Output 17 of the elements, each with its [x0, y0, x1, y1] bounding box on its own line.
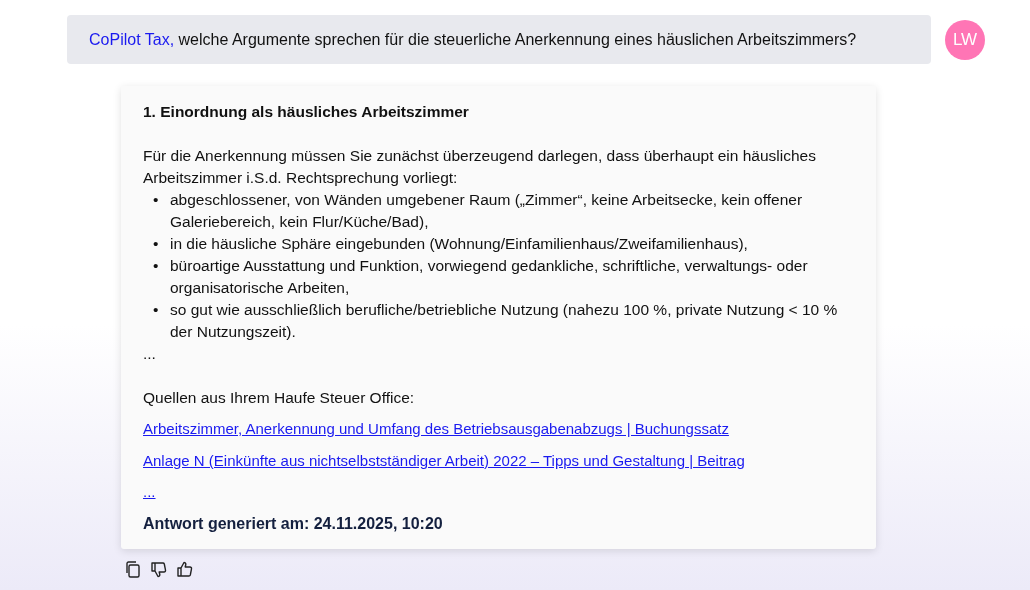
source-link[interactable]: Arbeitszimmer, Anerkennung und Umfang des Betriebsausgabenabzugs | Buchungssatz: [143, 418, 729, 441]
bullet-marker: •: [153, 300, 160, 321]
user-avatar: LW: [945, 19, 985, 60]
generated-timestamp: Antwort generiert am: 24.11.2025, 10:20: [143, 513, 444, 534]
source-link[interactable]: Anlage N (Einkünfte aus nichtselbstständiger Arbeit) 2022 – Tipps und Gestaltung | Beitrag: [143, 449, 745, 473]
sources-label: Quellen aus Ihrem Haufe Steuer Office:: [143, 388, 416, 409]
bullet-marker: •: [153, 256, 160, 277]
source-link[interactable]: ...: [143, 481, 156, 504]
copy-icon[interactable]: [123, 558, 143, 579]
question-text: CoPilot Tax, welche Argumente sprechen für die steuerliche Anerkennung eines häuslichen Arbeitszimmers?: [89, 29, 857, 50]
intro-paragraph: Für die Anerkennung müssen Sie zunächst überzeugend darlegen, dass überhaupt ein häusliches Arbeitszimmer i.S.d. Rechtsprechung vorliegt:: [143, 146, 817, 189]
list-item: so gut wie ausschließlich berufliche/betriebliche Nutzung (nahezu 100 %, private Nutzung < 10 % der Nutzungszeit).: [170, 300, 839, 343]
answer-heading: 1. Einordnung als häusliches Arbeitszimmer: [143, 102, 470, 122]
ellipsis-text: ...: [143, 344, 157, 365]
bullet-marker: •: [153, 190, 160, 211]
list-item: in die häusliche Sphäre eingebunden (Wohnung/Einfamilienhaus/Zweifamilienhaus),: [170, 234, 748, 255]
bullet-marker: •: [153, 234, 160, 255]
